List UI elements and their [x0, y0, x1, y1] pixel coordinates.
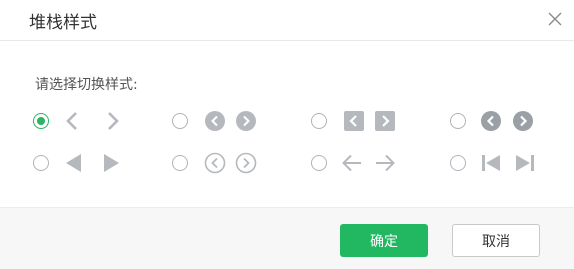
- cancel-button[interactable]: 取消: [452, 224, 540, 257]
- outline-circle-chevron-left-icon: [204, 152, 226, 174]
- style-option-filled-square-chevron[interactable]: [311, 107, 411, 137]
- arrow-left-icon: [342, 154, 361, 172]
- style-prompt: 请选择切换样式:: [35, 77, 138, 93]
- radio-simple-chevron[interactable]: [33, 113, 49, 129]
- dark-circle-chevron-left-icon: [481, 111, 501, 131]
- style-option-triangle[interactable]: [33, 149, 133, 179]
- dialog-header: 堆栈样式: [0, 0, 574, 41]
- style-option-simple-chevron[interactable]: [33, 107, 133, 137]
- radio-arrow[interactable]: [311, 155, 327, 171]
- style-option-arrow[interactable]: [311, 149, 411, 179]
- chevron-left-icon: [66, 112, 77, 130]
- outline-circle-chevron-right-icon: [235, 152, 257, 174]
- style-option-outline-circle-chevron[interactable]: [172, 149, 272, 179]
- triangle-right-icon: [104, 154, 119, 172]
- chevron-right-icon: [108, 112, 119, 130]
- skip-forward-icon: [516, 155, 534, 171]
- dark-circle-chevron-right-icon: [513, 111, 533, 131]
- triangle-left-icon: [66, 154, 81, 172]
- square-chevron-left-icon: [344, 111, 364, 131]
- square-chevron-right-icon: [375, 111, 395, 131]
- circle-chevron-left-icon: [205, 111, 225, 131]
- style-option-dark-circle-chevron[interactable]: [450, 107, 550, 137]
- radio-filled-circle-chevron[interactable]: [172, 113, 188, 129]
- circle-chevron-right-icon: [236, 111, 256, 131]
- arrow-right-icon: [376, 154, 395, 172]
- radio-skip[interactable]: [450, 155, 466, 171]
- style-option-skip[interactable]: [450, 149, 550, 179]
- dialog-title: 堆栈样式: [29, 13, 97, 33]
- skip-back-icon: [482, 155, 500, 171]
- dialog-footer: 确定 取消: [0, 207, 574, 269]
- radio-filled-square-chevron[interactable]: [311, 113, 327, 129]
- radio-outline-circle-chevron[interactable]: [172, 155, 188, 171]
- radio-dark-circle-chevron[interactable]: [450, 113, 466, 129]
- confirm-button[interactable]: 确定: [340, 224, 428, 257]
- stack-style-dialog: 堆栈样式 请选择切换样式: 确定 取消: [0, 0, 574, 269]
- close-icon[interactable]: [547, 11, 563, 27]
- radio-triangle[interactable]: [33, 155, 49, 171]
- style-option-filled-circle-chevron[interactable]: [172, 107, 272, 137]
